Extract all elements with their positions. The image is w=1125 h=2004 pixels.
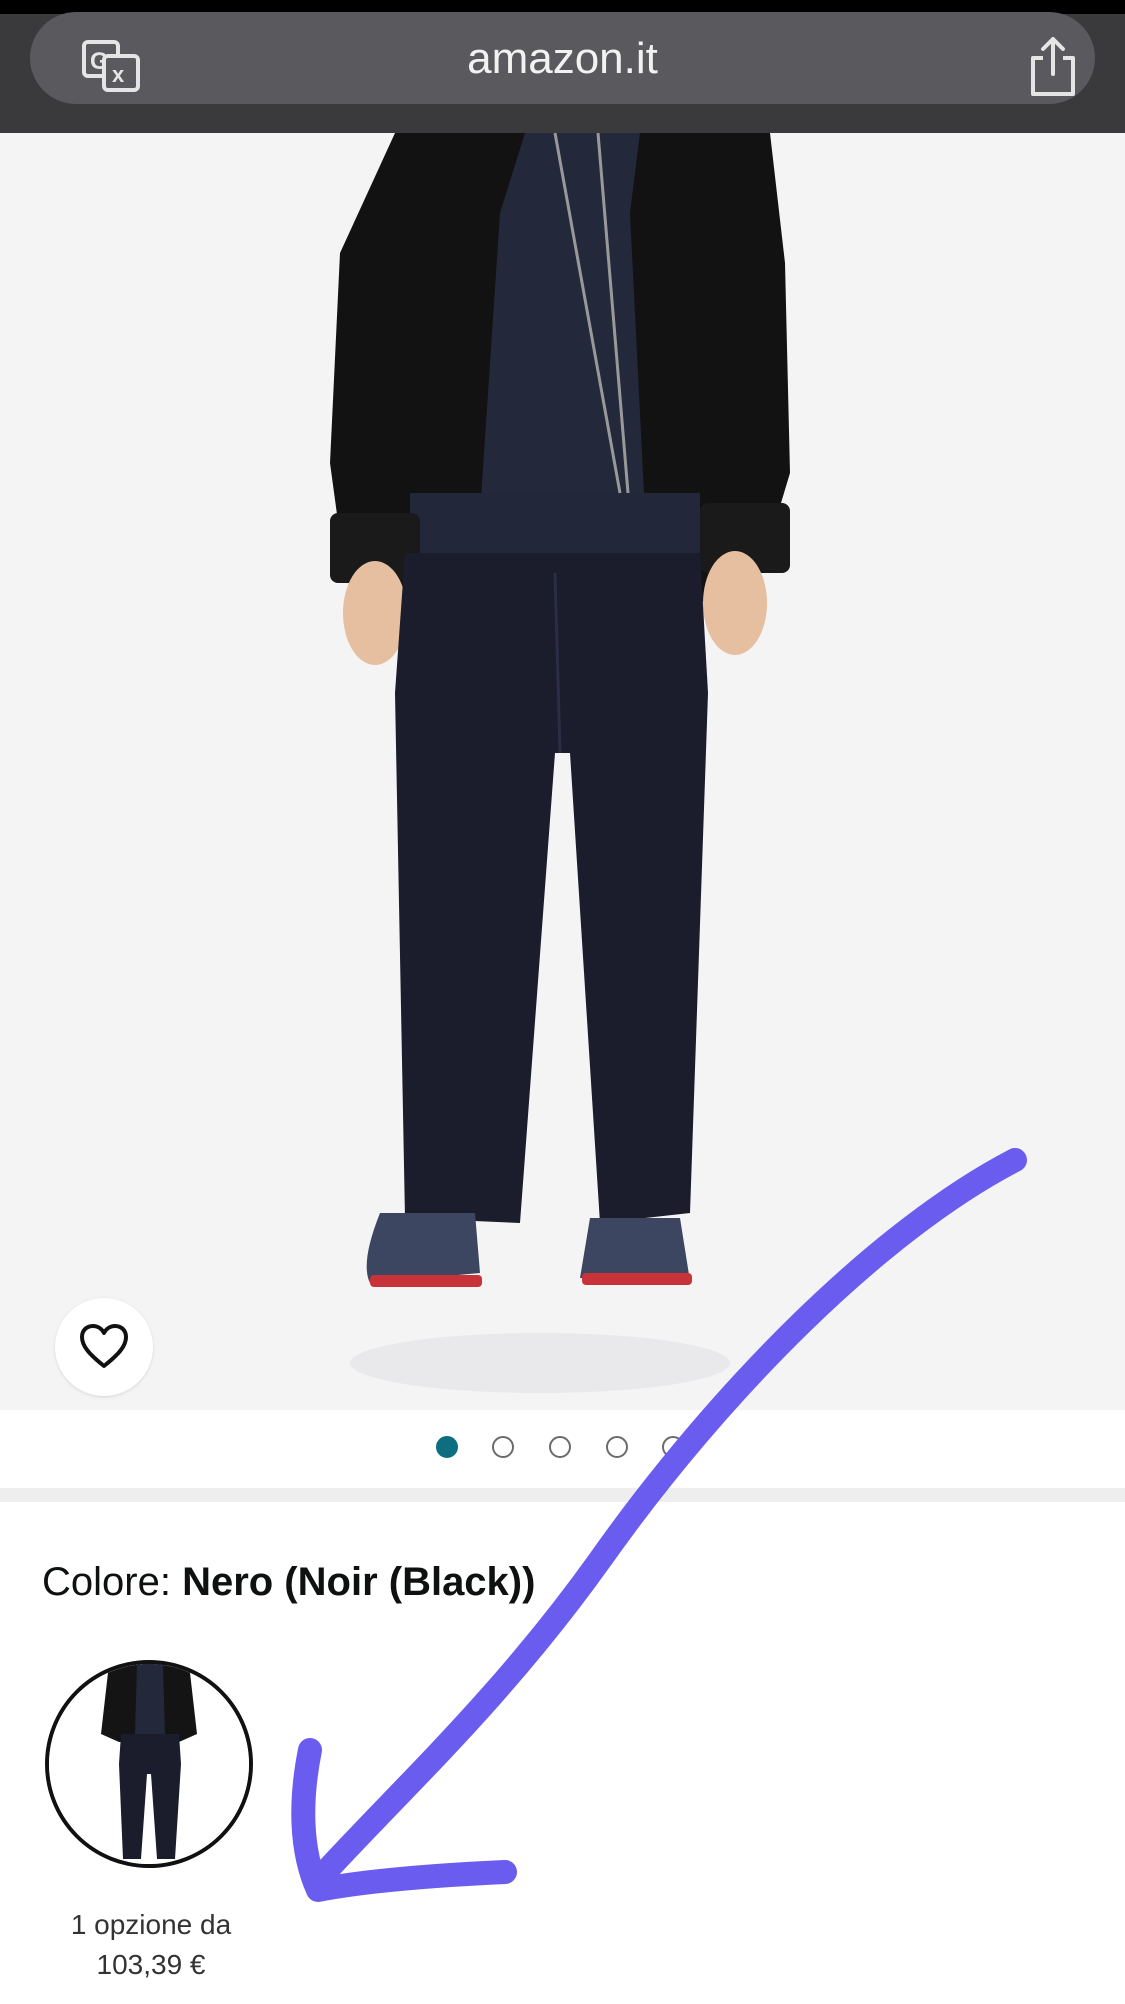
carousel-dot-1[interactable] — [436, 1436, 458, 1458]
swatch-price: 103,39 € — [96, 1949, 206, 1980]
swatch-thumbnail — [49, 1664, 249, 1864]
carousel-dot-5[interactable] — [662, 1436, 684, 1458]
url-text[interactable]: amazon.it — [30, 34, 1095, 84]
product-image[interactable] — [0, 132, 1125, 1410]
carousel-dot-2[interactable] — [492, 1436, 514, 1458]
color-label: Colore: — [42, 1560, 183, 1604]
wishlist-button[interactable] — [55, 1298, 153, 1396]
page: G x amazon.it Colore: Nero (Noir (Black)… — [0, 0, 1125, 2004]
swatch-caption: 1 opzione da 103,39 € — [20, 1905, 282, 1985]
carousel-dot-4[interactable] — [606, 1436, 628, 1458]
color-selector-label: Colore: Nero (Noir (Black)) — [42, 1560, 535, 1605]
address-bar[interactable]: G x amazon.it — [30, 12, 1095, 104]
color-value: Nero (Noir (Black)) — [182, 1560, 536, 1604]
heart-icon — [80, 1324, 128, 1368]
color-swatch[interactable] — [45, 1660, 253, 1868]
swatch-option-count: 1 opzione da — [70, 1909, 232, 1940]
carousel-dot-3[interactable] — [549, 1436, 571, 1458]
image-carousel-indicator — [0, 1436, 1125, 1466]
section-divider — [0, 1488, 1125, 1502]
browser-toolbar: G x amazon.it — [0, 0, 1125, 133]
share-icon[interactable] — [1025, 36, 1081, 98]
